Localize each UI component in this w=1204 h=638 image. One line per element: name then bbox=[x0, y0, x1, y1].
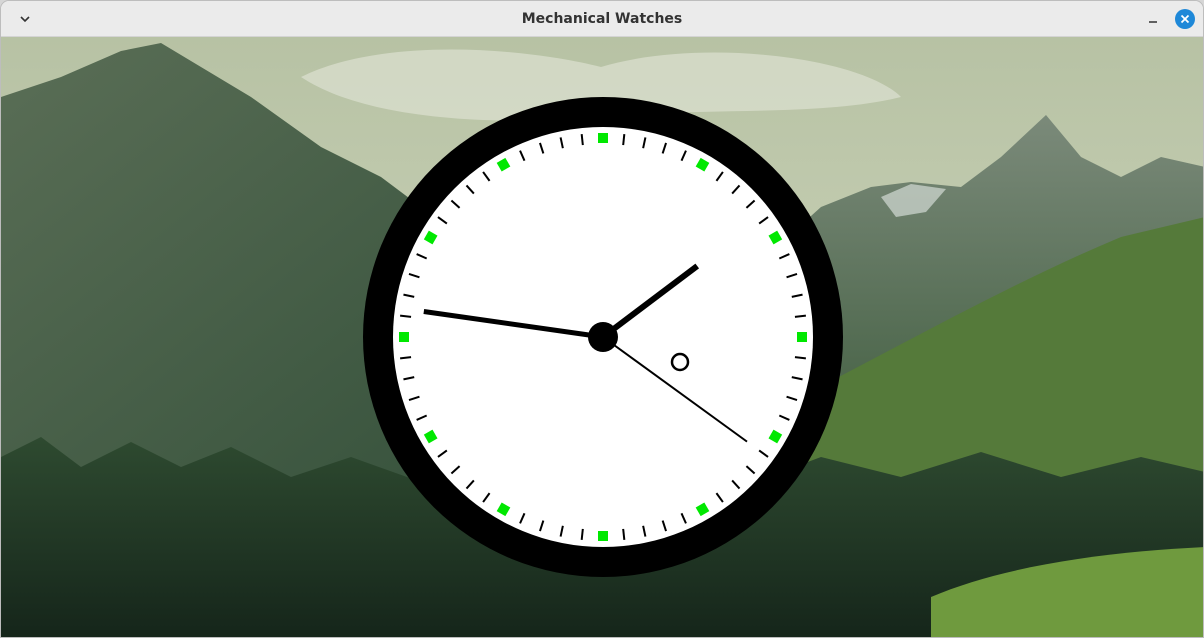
hour-marker bbox=[598, 531, 608, 541]
close-button[interactable] bbox=[1175, 9, 1195, 29]
minute-tick bbox=[622, 134, 626, 146]
minute-tick bbox=[580, 134, 584, 146]
hour-marker bbox=[797, 332, 807, 342]
hour-marker bbox=[598, 133, 608, 143]
analog-clock bbox=[363, 97, 843, 577]
title-bar[interactable]: Mechanical Watches bbox=[1, 1, 1203, 37]
hour-marker bbox=[399, 332, 409, 342]
minute-tick bbox=[580, 528, 584, 540]
close-icon bbox=[1180, 14, 1190, 24]
window-title: Mechanical Watches bbox=[521, 11, 683, 27]
app-window: Mechanical Watches bbox=[0, 0, 1204, 638]
clock-canvas bbox=[1, 37, 1203, 637]
minute-tick bbox=[400, 314, 412, 318]
minute-tick bbox=[622, 528, 626, 540]
minute-tick bbox=[400, 356, 412, 360]
minimize-button[interactable] bbox=[1143, 9, 1163, 29]
minute-tick bbox=[794, 356, 806, 360]
minimize-icon bbox=[1149, 21, 1157, 23]
center-hub bbox=[588, 322, 618, 352]
minute-tick bbox=[794, 314, 806, 318]
